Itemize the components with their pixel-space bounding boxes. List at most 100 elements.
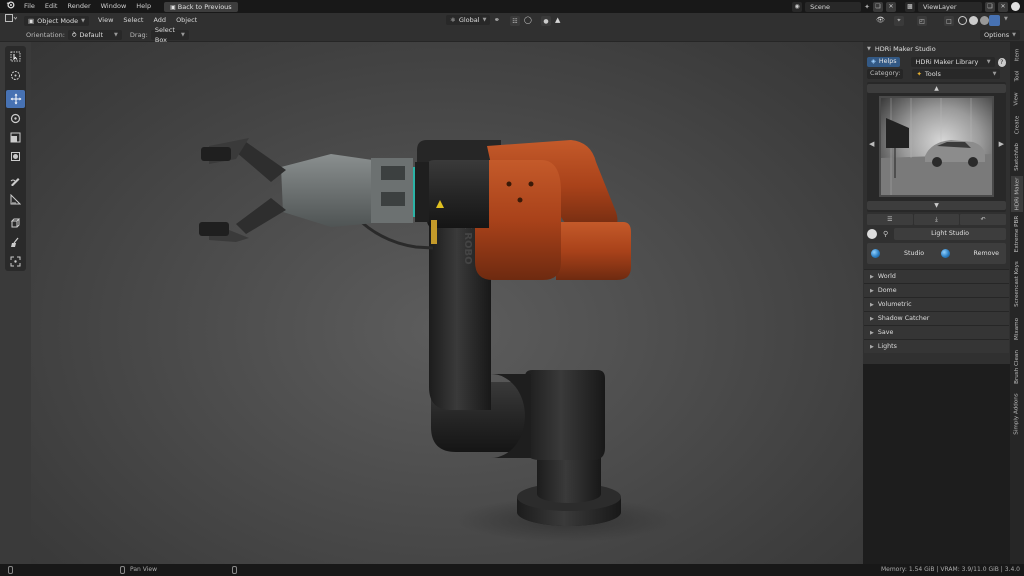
shading-rendered-icon[interactable]: [989, 15, 1000, 26]
section-shadow-catcher-label: Shadow Catcher: [877, 315, 930, 322]
shading-wireframe-icon[interactable]: [958, 16, 967, 25]
section-volumetric[interactable]: ▶ Volumetric: [864, 297, 1009, 311]
blender-logo-icon[interactable]: [0, 0, 19, 14]
menu-help[interactable]: Help: [131, 0, 156, 13]
scale-tool-icon[interactable]: [6, 128, 25, 146]
wrench-icon[interactable]: [867, 228, 877, 239]
drag-dropdown[interactable]: Select Box ▼: [150, 26, 189, 44]
back-to-previous-button[interactable]: ▣ Back to Previous: [164, 1, 238, 12]
shading-solid-icon[interactable]: [969, 16, 978, 25]
section-shadow-catcher[interactable]: ▶ Shadow Catcher: [864, 311, 1009, 325]
section-save[interactable]: ▶ Save: [864, 325, 1009, 339]
gizmo-icon[interactable]: ⌖: [894, 16, 904, 26]
mode-dropdown[interactable]: ▣ Object Mode ▼: [24, 15, 89, 26]
visibility-icon[interactable]: 👁: [876, 16, 885, 24]
proportional-edit-icon[interactable]: ●: [541, 16, 551, 26]
shading-material-icon[interactable]: [980, 16, 989, 25]
section-lights[interactable]: ▶ Lights: [864, 339, 1009, 353]
delete-scene-icon[interactable]: ✕: [886, 1, 896, 12]
tab-sketchfab[interactable]: Sketchfab: [1011, 140, 1023, 174]
rotate-tool-icon[interactable]: [6, 109, 25, 127]
scene-name-field[interactable]: Scene: [805, 1, 862, 12]
proportional-falloff-icon[interactable]: ▲: [555, 16, 560, 24]
3d-viewport[interactable]: BLACK ROBO: [31, 42, 863, 564]
editor-type-icon[interactable]: [0, 13, 20, 28]
next-hdri-icon[interactable]: ▶: [999, 140, 1004, 148]
pivot-icon[interactable]: ⚭: [494, 16, 500, 24]
tab-view[interactable]: View: [1011, 88, 1023, 110]
expand-preview-button[interactable]: ▼: [867, 201, 1006, 210]
filter-settings-icon[interactable]: ☰: [867, 214, 913, 225]
tab-tool-label: Tool: [1014, 70, 1020, 82]
menu-file[interactable]: File: [19, 0, 40, 13]
tab-screencast-keys[interactable]: Screencast Keys: [1011, 256, 1023, 312]
viewlayer-name-field[interactable]: ViewLayer: [918, 1, 982, 12]
orientation-dropdown[interactable]: ⥁ Default ▼: [67, 29, 122, 40]
tab-brush-clean[interactable]: Brush Clean: [1011, 346, 1023, 388]
pin-icon[interactable]: ✦: [864, 3, 870, 11]
chevron-down-icon: ▼: [1012, 32, 1016, 38]
delete-viewlayer-icon[interactable]: ✕: [998, 1, 1008, 12]
new-scene-icon[interactable]: ❏: [873, 1, 883, 12]
studio-actions: Studio Remove: [867, 243, 1006, 264]
menu-window[interactable]: Window: [96, 0, 132, 13]
panel-header[interactable]: ▼ HDRi Maker Studio: [863, 42, 1010, 56]
tab-create[interactable]: Create: [1011, 112, 1023, 138]
snap-icon[interactable]: ☷: [510, 16, 520, 26]
transform-tool-icon[interactable]: [6, 147, 25, 165]
user-avatar-icon[interactable]: [1011, 2, 1020, 11]
chevron-down-icon: ▼: [482, 17, 487, 23]
light-studio-field[interactable]: Light Studio: [894, 227, 1006, 240]
select-box-tool-icon[interactable]: [6, 47, 25, 65]
menu-view[interactable]: View: [93, 13, 118, 28]
category-dropdown[interactable]: ✦ Tools ▼: [912, 69, 1001, 79]
overlays-icon[interactable]: ◰: [917, 16, 927, 26]
undo-icon[interactable]: ↶: [960, 214, 1007, 225]
sidebar-tabs: Item Tool View Create Sketchfab HDRi Mak…: [1010, 42, 1024, 564]
transform-orientation-dropdown[interactable]: ⚛ Global ▼: [446, 15, 491, 25]
tab-item-label: Item: [1014, 48, 1021, 62]
annotate-tool-icon[interactable]: [6, 171, 25, 189]
help-icon[interactable]: ?: [997, 57, 1006, 67]
move-tool-icon[interactable]: [6, 90, 25, 108]
tab-item[interactable]: Item: [1011, 46, 1023, 64]
hdri-thumbnail[interactable]: [879, 96, 994, 197]
download-icon[interactable]: ⤓: [913, 214, 960, 225]
xray-icon[interactable]: □: [944, 16, 954, 26]
tab-mixamo[interactable]: Mixamo: [1011, 314, 1023, 344]
menu-edit[interactable]: Edit: [40, 0, 63, 13]
tab-simply-addons[interactable]: Simply Addons: [1011, 390, 1023, 438]
helps-button[interactable]: ◈ Helps: [867, 57, 901, 67]
measure-tool-icon[interactable]: [6, 190, 25, 208]
tab-tool[interactable]: Tool: [1011, 66, 1023, 86]
search-icon[interactable]: ⚲: [883, 230, 888, 238]
menu-select[interactable]: Select: [118, 13, 148, 28]
snap-options-icon[interactable]: ◯: [524, 16, 532, 24]
snap-cursor-tool-icon[interactable]: [6, 252, 25, 270]
section-world[interactable]: ▶ World: [864, 269, 1009, 283]
scene-type-icon[interactable]: ◉: [792, 1, 803, 12]
robot-arm-model[interactable]: BLACK ROBO: [31, 42, 863, 564]
mouse-left-icon: [8, 566, 13, 574]
chevron-down-icon: ▼: [81, 17, 85, 24]
viewlayer-type-icon[interactable]: ▩: [905, 1, 915, 12]
section-world-label: World: [877, 273, 896, 280]
studio-button[interactable]: Studio: [867, 243, 937, 264]
mouse-right-icon: [232, 566, 237, 574]
shading-options-icon[interactable]: ▼: [1004, 16, 1008, 22]
options-dropdown[interactable]: Options ▼: [980, 30, 1020, 40]
collapse-preview-button[interactable]: ▲: [867, 84, 1006, 93]
category-row: Category: ✦ Tools ▼: [863, 68, 1010, 80]
previous-hdri-icon[interactable]: ◀: [869, 140, 874, 148]
new-viewlayer-icon[interactable]: ❏: [985, 1, 995, 12]
brush-clean-tool-icon[interactable]: [6, 233, 25, 251]
library-dropdown[interactable]: HDRi Maker Library ▼: [911, 57, 995, 67]
add-cube-tool-icon[interactable]: [6, 214, 25, 232]
tab-hdri-maker[interactable]: HDRi Maker: [1011, 176, 1023, 212]
tab-extreme-pbr[interactable]: Extreme PBR: [1011, 214, 1023, 254]
menu-render[interactable]: Render: [62, 0, 95, 13]
section-dome[interactable]: ▶ Dome: [864, 283, 1009, 297]
remove-button[interactable]: Remove: [937, 243, 1007, 264]
cursor-tool-icon[interactable]: [6, 66, 25, 84]
tab-brush-clean-label: Brush Clean: [1014, 350, 1021, 384]
